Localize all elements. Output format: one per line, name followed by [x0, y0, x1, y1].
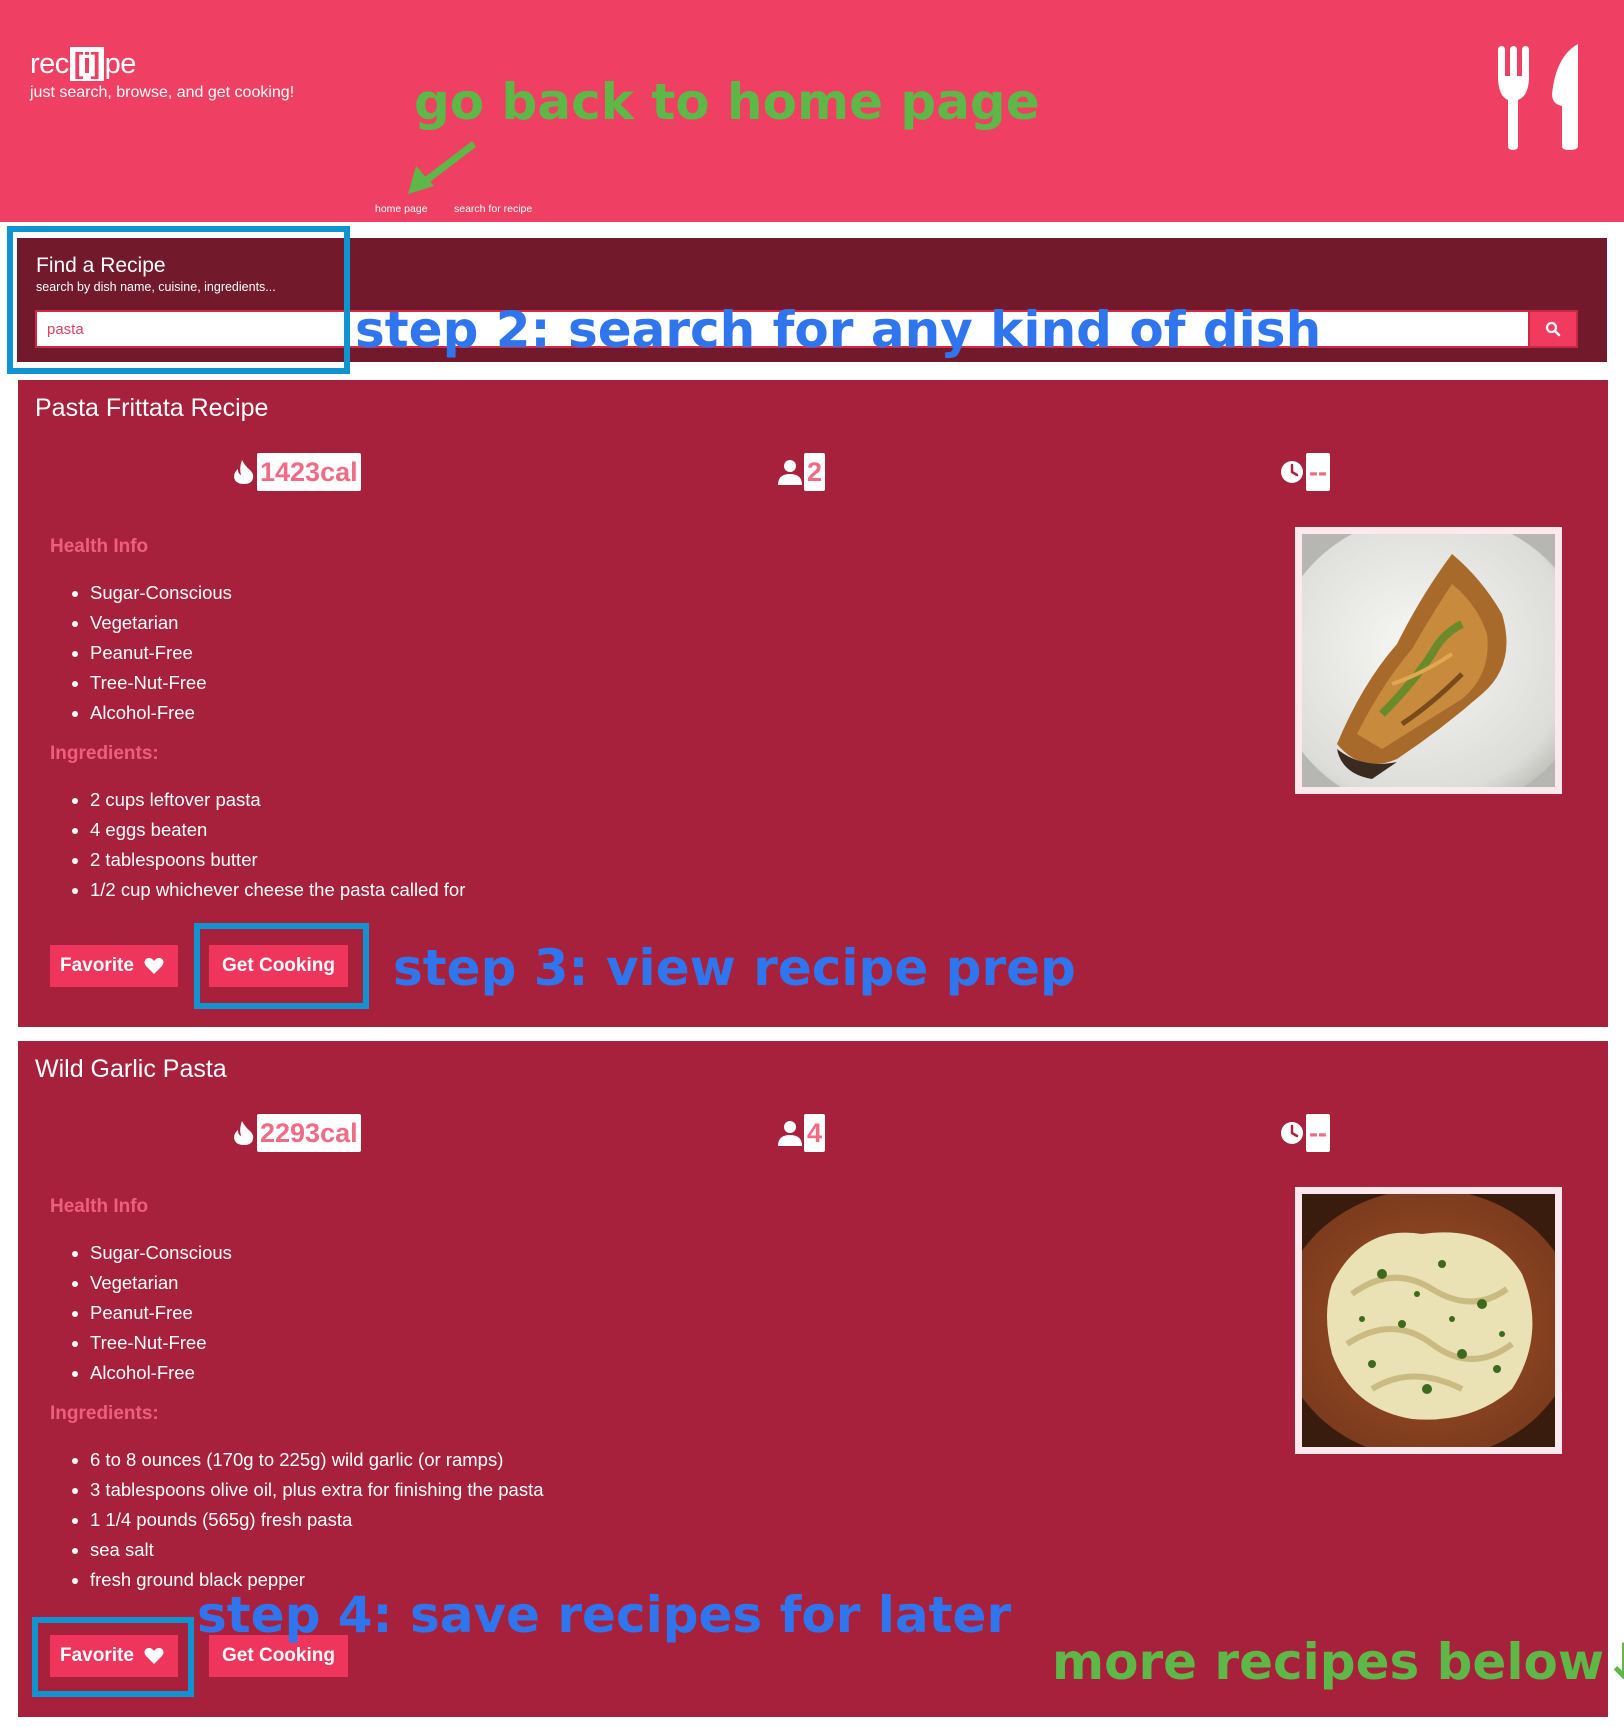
ingredients-label: Ingredients:: [50, 1403, 159, 1424]
search-icon: [1545, 321, 1561, 337]
list-item: 4 eggs beaten: [71, 815, 465, 845]
health-info-label: Health Info: [50, 1196, 149, 1217]
servings-stat: 4: [778, 1113, 826, 1153]
logo-text-end: pe: [104, 48, 137, 80]
annotation-step2: step 2: search for any kind of dish: [355, 301, 1322, 359]
list-item: Sugar-Conscious: [72, 1238, 232, 1268]
servings-stat: 2: [778, 452, 826, 492]
annotation-frame-search: [7, 226, 350, 374]
recipe-title: Pasta Frittata Recipe: [35, 394, 269, 422]
user-icon: [778, 1121, 802, 1146]
site-logo[interactable]: rec [i] pe: [30, 44, 136, 84]
time-stat: --: [1280, 452, 1330, 492]
list-item: Vegetarian: [72, 1268, 232, 1298]
annotation-step3: step 3: view recipe prep: [393, 939, 1076, 997]
calories-stat: 1423cal: [231, 452, 361, 492]
list-item: 3 tablespoons olive oil, plus extra for …: [72, 1475, 544, 1505]
health-info-list: Sugar-Conscious Vegetarian Peanut-Free T…: [72, 578, 232, 728]
list-item: sea salt: [72, 1535, 544, 1565]
fork-knife-icon: [1498, 44, 1578, 150]
list-item: Alcohol-Free: [72, 698, 232, 728]
user-icon: [778, 460, 802, 485]
favorite-button[interactable]: Favorite: [50, 945, 178, 987]
ingredients-label: Ingredients:: [50, 743, 159, 764]
fire-icon: [234, 1121, 254, 1145]
logo-text-start: rec: [30, 48, 69, 80]
recipe-image: [1295, 527, 1562, 794]
favorite-label: Favorite: [60, 955, 134, 976]
servings-value: 4: [804, 1114, 826, 1152]
ingredients-list: 2 cups leftover pasta 4 eggs beaten 2 ta…: [71, 785, 465, 905]
list-item: Alcohol-Free: [72, 1358, 232, 1388]
annotation-more-recipes: more recipes below↓: [1052, 1633, 1624, 1691]
calories-value: 1423cal: [257, 453, 361, 491]
pasta-frittata-image: [1302, 534, 1555, 787]
list-item: Vegetarian: [72, 608, 232, 638]
nav-home-link[interactable]: home page: [375, 203, 428, 215]
list-item: 6 to 8 ounces (170g to 225g) wild garlic…: [72, 1445, 544, 1475]
list-item: Peanut-Free: [72, 1298, 232, 1328]
logo-text-box: [i]: [69, 47, 104, 81]
list-item: Tree-Nut-Free: [72, 668, 232, 698]
health-info-list: Sugar-Conscious Vegetarian Peanut-Free T…: [72, 1238, 232, 1388]
time-stat: --: [1280, 1113, 1330, 1153]
annotation-frame-favorite: [32, 1617, 194, 1697]
calories-stat: 2293cal: [231, 1113, 361, 1153]
annotation-arrow-icon: [408, 141, 477, 194]
list-item: 1 1/4 pounds (565g) fresh pasta: [72, 1505, 544, 1535]
annotation-frame-cook: [194, 923, 369, 1009]
fire-icon: [234, 460, 254, 484]
ingredients-list: 6 to 8 ounces (170g to 225g) wild garlic…: [72, 1445, 544, 1595]
site-tagline: just search, browse, and get cooking!: [30, 84, 295, 101]
heart-icon: [144, 957, 164, 974]
clock-icon: [1281, 1122, 1303, 1144]
clock-icon: [1281, 461, 1303, 483]
search-button[interactable]: [1528, 310, 1578, 348]
list-item: Sugar-Conscious: [72, 578, 232, 608]
time-value: --: [1306, 1114, 1330, 1152]
servings-value: 2: [804, 453, 826, 491]
list-item: 2 cups leftover pasta: [71, 785, 465, 815]
time-value: --: [1306, 453, 1330, 491]
recipe-title: Wild Garlic Pasta: [35, 1055, 227, 1083]
health-info-label: Health Info: [50, 536, 149, 557]
list-item: 2 tablespoons butter: [71, 845, 465, 875]
calories-value: 2293cal: [257, 1114, 361, 1152]
annotation-home: go back to home page: [414, 73, 1040, 131]
nav-search-link[interactable]: search for recipe: [454, 203, 532, 215]
annotation-step4: step 4: save recipes for later: [197, 1586, 1012, 1644]
list-item: 1/2 cup whichever cheese the pasta calle…: [71, 875, 465, 905]
list-item: Peanut-Free: [72, 638, 232, 668]
wild-garlic-pasta-image: [1302, 1194, 1555, 1447]
recipe-image: [1295, 1187, 1562, 1454]
list-item: Tree-Nut-Free: [72, 1328, 232, 1358]
